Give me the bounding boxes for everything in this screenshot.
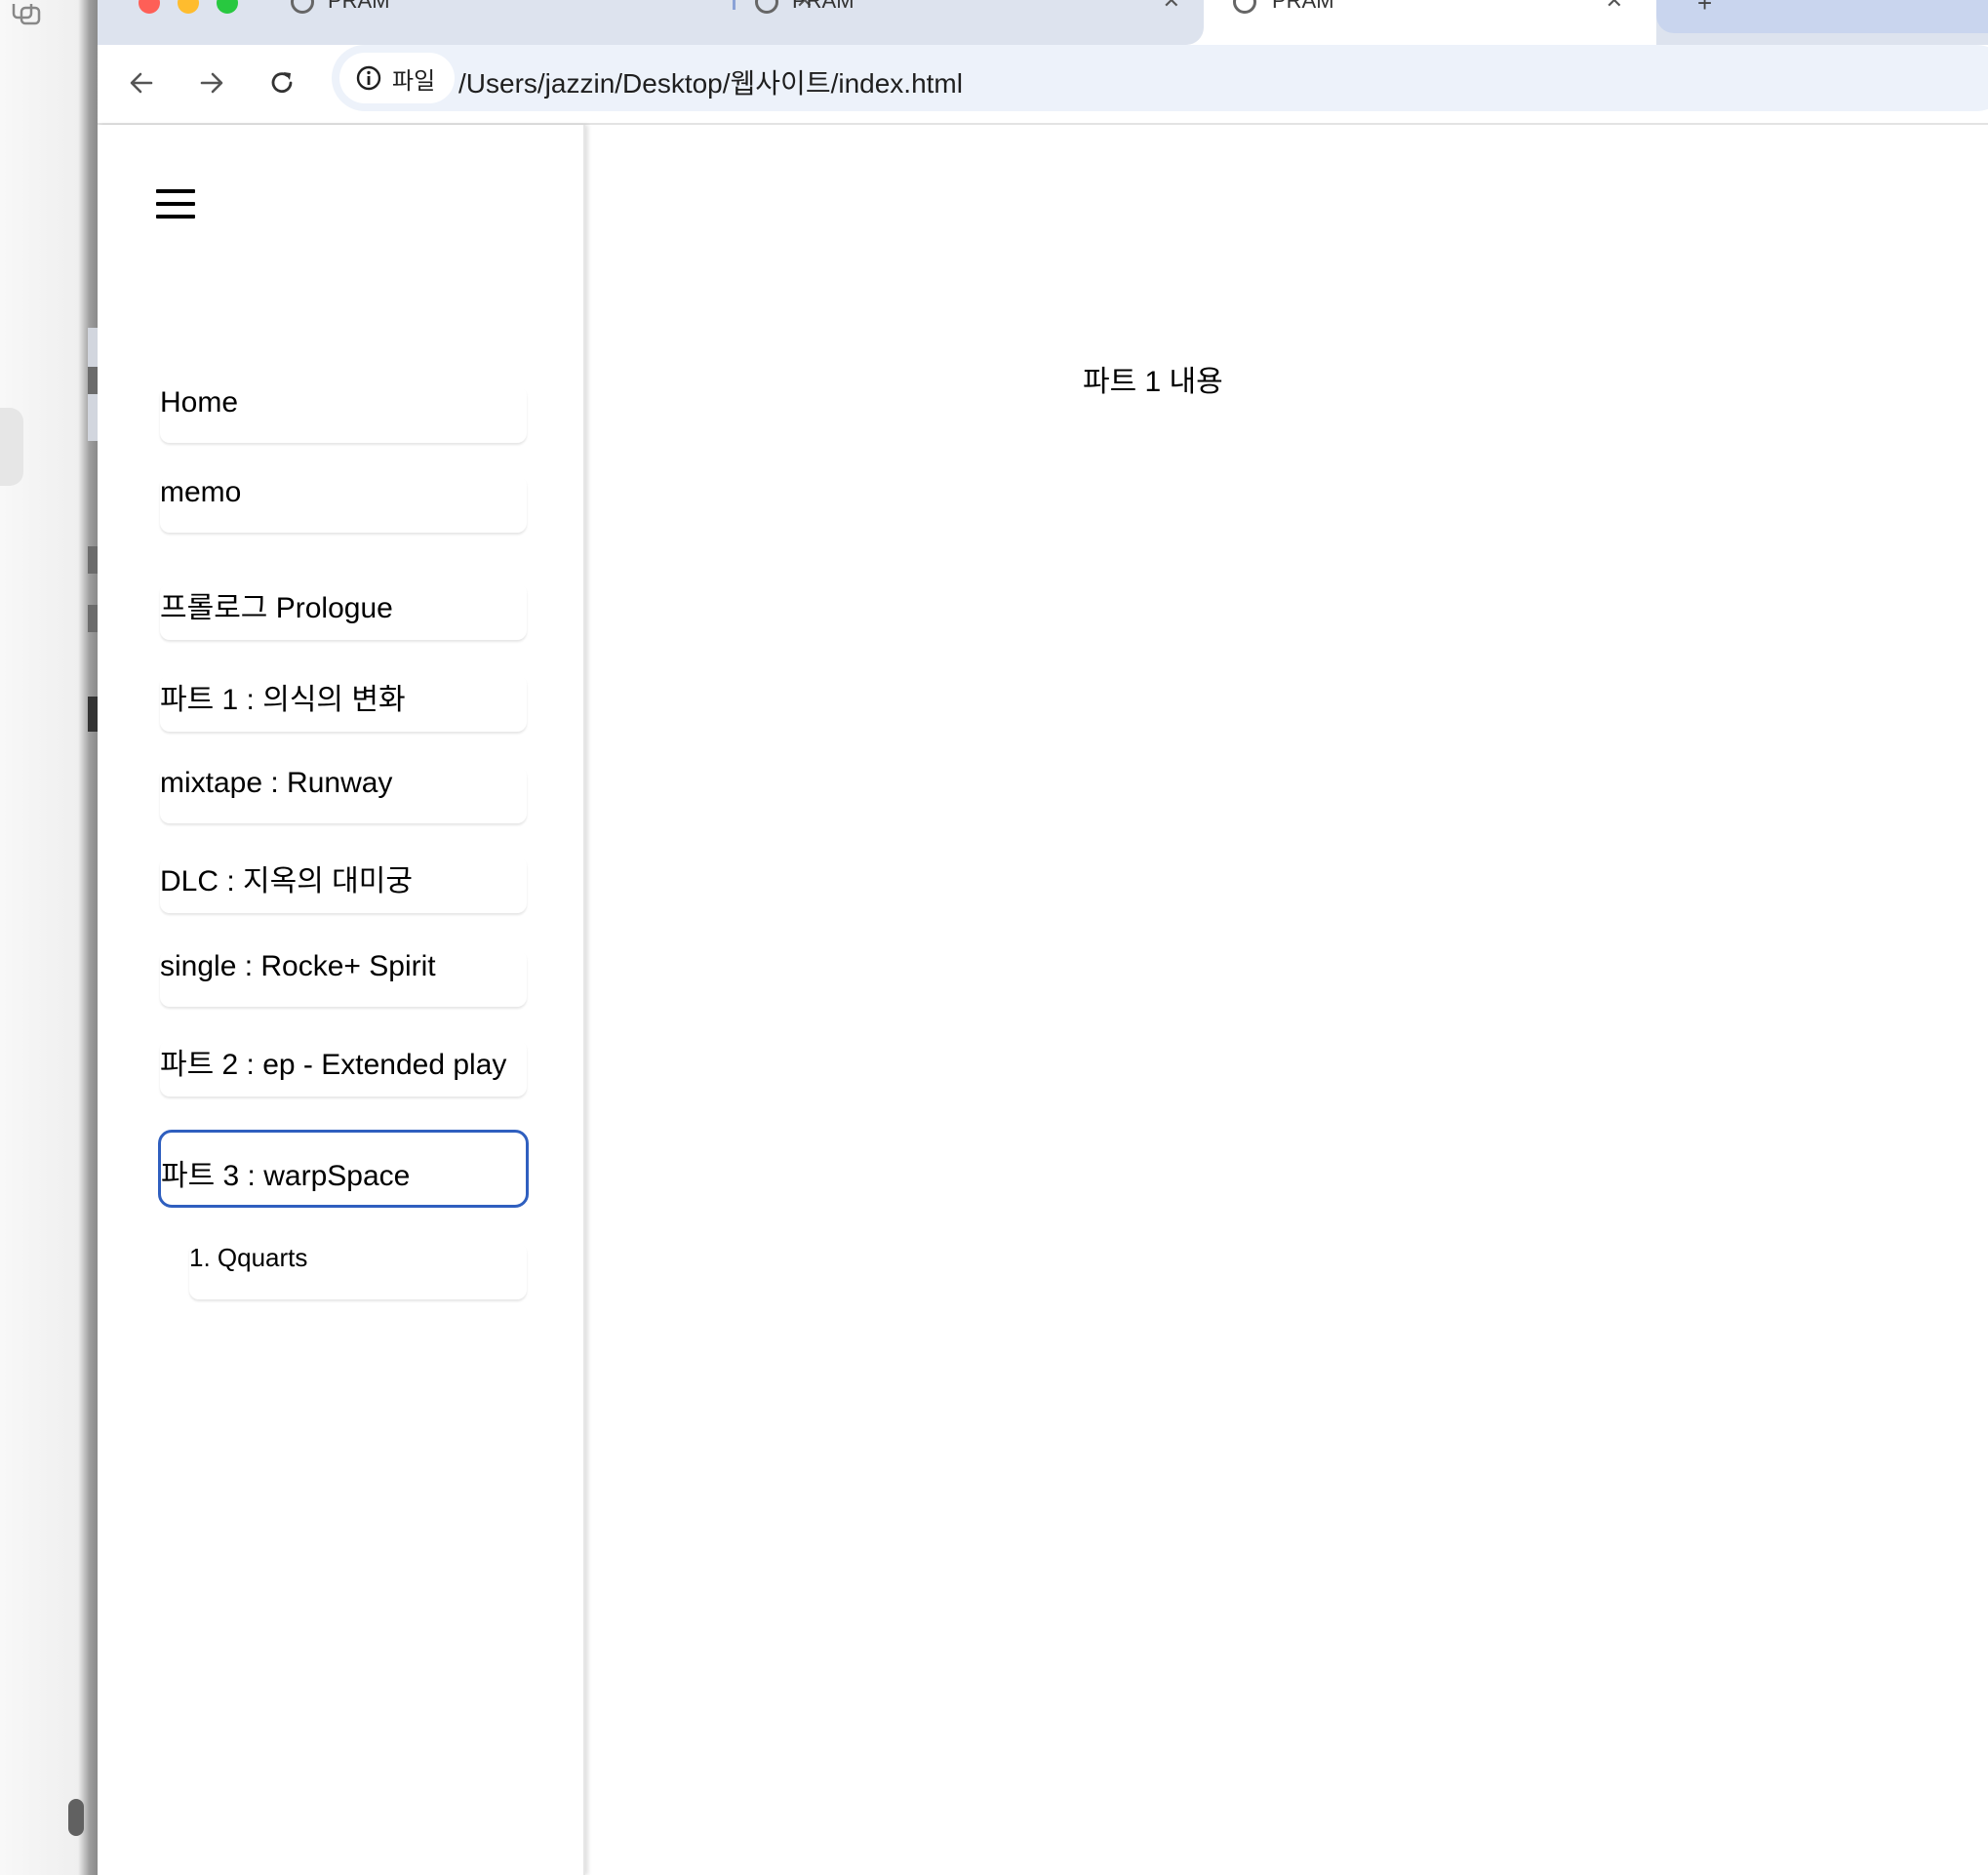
- back-button[interactable]: [117, 59, 166, 107]
- tab-title: PRAM: [792, 0, 855, 13]
- url-text[interactable]: /Users/jazzin/Desktop/웹사이트/index.html: [458, 62, 963, 101]
- active-tab-corner: [1184, 27, 1204, 45]
- tab-close-icon[interactable]: ✕: [1606, 0, 1623, 14]
- site-info-label: 파일: [392, 67, 436, 95]
- web-page: Home memo 프롤로그 Prologue 파트 1 : 의식의 변화 mi…: [98, 125, 1988, 1875]
- background-text-fragment: [88, 546, 98, 574]
- sidebar-item-label: Home: [160, 386, 239, 419]
- background-card: [0, 408, 23, 486]
- sidebar-item-label: mixtape : Runway: [160, 767, 393, 799]
- address-bar[interactable]: 파일 /Users/jazzin/Desktop/웹사이트/index.html: [332, 45, 1988, 111]
- sidebar-item-label: 파트 2 : ep - Extended play: [160, 1049, 507, 1081]
- arrow-right-icon: [200, 72, 223, 94]
- sidebar-item-part-3[interactable]: 파트 3 : warpSpace: [158, 1130, 529, 1208]
- globe-icon: [291, 0, 314, 14]
- globe-icon: [1233, 0, 1256, 14]
- sidebar-item-part-1[interactable]: 파트 1 : 의식의 변화: [160, 675, 527, 732]
- sidebar-item-label: DLC : 지옥의 대미궁: [160, 865, 413, 898]
- sidebar-item-prologue[interactable]: 프롤로그 Prologue: [160, 583, 527, 640]
- sidebar-item-label: 파트 3 : warpSpace: [161, 1160, 411, 1192]
- sidebar-item-memo[interactable]: memo: [160, 476, 527, 533]
- close-window-button[interactable]: [139, 0, 160, 14]
- browser-toolbar: 파일 /Users/jazzin/Desktop/웹사이트/index.html: [98, 45, 1988, 123]
- sidebar: Home memo 프롤로그 Prologue 파트 1 : 의식의 변화 mi…: [98, 125, 585, 1875]
- sidebar-item-home[interactable]: Home: [160, 386, 527, 443]
- sidebar-item-label: 프롤로그 Prologue: [160, 592, 393, 624]
- reload-button[interactable]: [258, 59, 306, 107]
- window-switch-icon: [12, 4, 41, 25]
- sidebar-item-mixtape[interactable]: mixtape : Runway: [160, 767, 527, 823]
- background-scrollbar-handle[interactable]: [68, 1799, 84, 1836]
- main-content-text: 파트 1 내용: [1083, 366, 1223, 398]
- tab-strip: PRAM ✕ PRAM ✕ PRAM ✕ +: [98, 0, 1988, 45]
- sidebar-item-single[interactable]: single : Rocke+ Spirit: [160, 950, 527, 1007]
- sidebar-subitem-qquarts[interactable]: 1. Qquarts: [189, 1243, 527, 1299]
- tab-title: PRAM: [1272, 0, 1334, 13]
- sidebar-item-label: single : Rocke+ Spirit: [160, 950, 436, 982]
- new-tab-icon[interactable]: +: [1697, 0, 1712, 19]
- reload-icon: [271, 72, 293, 94]
- background-text-fragment: [88, 697, 98, 732]
- browser-tab-active[interactable]: PRAM ✕: [1204, 0, 1656, 45]
- background-text-fragment: [88, 367, 98, 394]
- info-icon: [356, 65, 381, 91]
- sidebar-item-label: 파트 1 : 의식의 변화: [160, 684, 406, 716]
- forward-button[interactable]: [187, 59, 236, 107]
- tab-separator: [733, 0, 736, 10]
- sidebar-item-part-2[interactable]: 파트 2 : ep - Extended play: [160, 1040, 527, 1097]
- browser-tab-2[interactable]: PRAM ✕: [737, 0, 1196, 33]
- minimize-window-button[interactable]: [178, 0, 199, 14]
- screen: PRAM ✕ PRAM ✕ PRAM ✕ + 파일 /Users/jazzin/…: [0, 0, 1988, 1875]
- maximize-window-button[interactable]: [217, 0, 238, 14]
- background-window-edge: [0, 0, 98, 1875]
- globe-icon: [755, 0, 778, 14]
- sidebar-item-label: 1. Qquarts: [189, 1243, 308, 1272]
- arrow-left-icon: [130, 72, 153, 94]
- sidebar-item-dlc[interactable]: DLC : 지옥의 대미궁: [160, 857, 527, 913]
- background-text-fragment: [88, 605, 98, 632]
- tab-title: PRAM: [328, 0, 390, 13]
- site-info-chip[interactable]: 파일: [339, 53, 456, 103]
- background-window-strip: [0, 0, 98, 1875]
- hamburger-menu-icon[interactable]: [156, 189, 195, 220]
- tab-close-icon[interactable]: ✕: [1163, 0, 1180, 14]
- sidebar-item-label: memo: [160, 476, 242, 508]
- browser-window: PRAM ✕ PRAM ✕ PRAM ✕ + 파일 /Users/jazzin/…: [98, 0, 1988, 1875]
- new-tab-area: +: [1656, 0, 1988, 33]
